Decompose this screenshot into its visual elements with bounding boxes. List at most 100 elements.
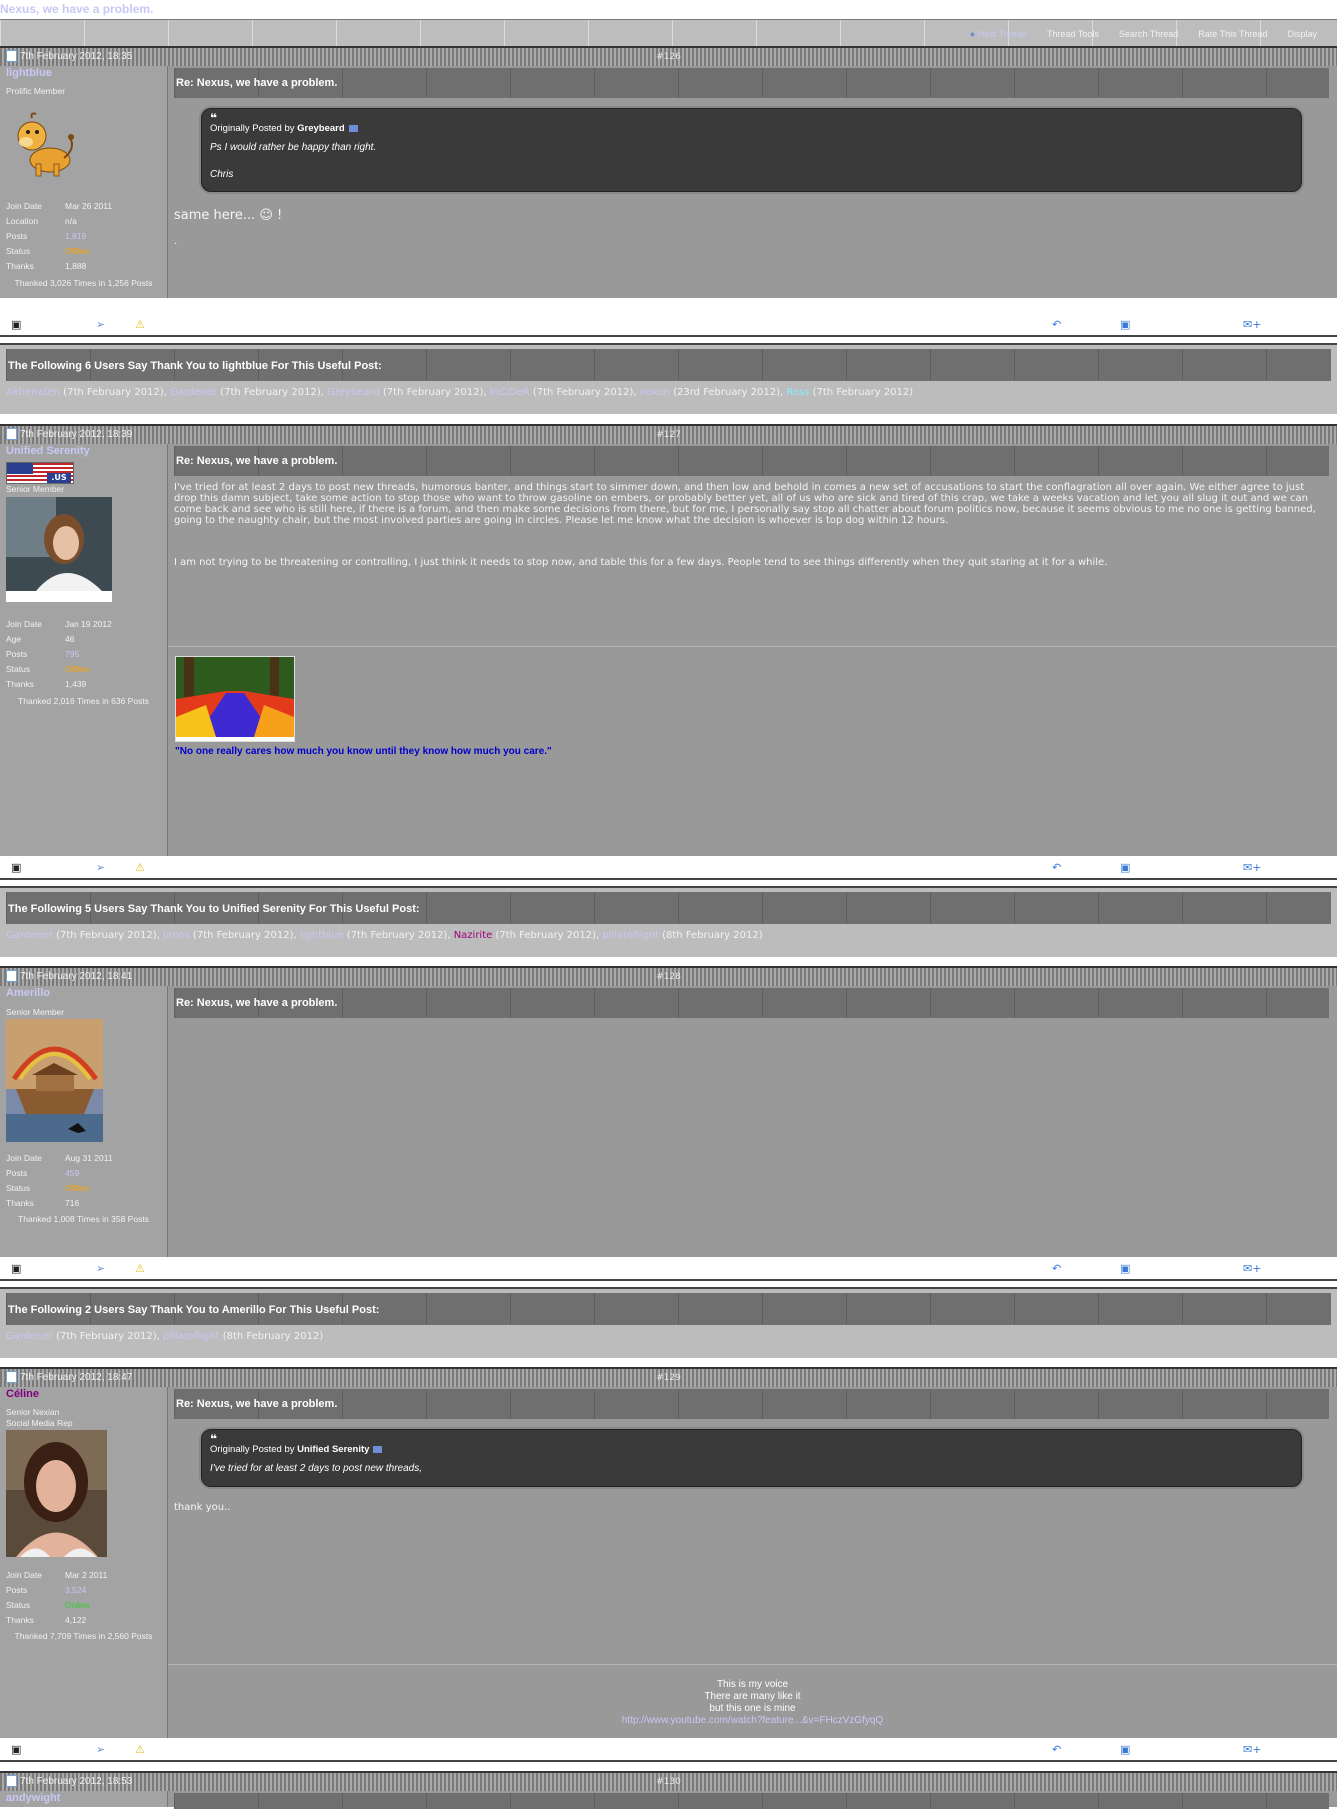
- thanks-count: 1,888: [65, 260, 87, 271]
- username[interactable]: Céline: [6, 1388, 39, 1400]
- thanker-link[interactable]: Akhenaten: [6, 387, 60, 398]
- thanks-list: Gardener (7th February 2012), Janos (7th…: [6, 930, 763, 941]
- post-count-link[interactable]: 3,524: [65, 1585, 86, 1595]
- username[interactable]: Amerillo: [6, 987, 50, 999]
- thanker-link[interactable]: Ross: [786, 387, 809, 398]
- post-number[interactable]: #128: [0, 972, 1337, 982]
- thanker-link[interactable]: Gardener: [6, 1331, 53, 1342]
- post-body: I've tried for at least 2 days to post n…: [174, 482, 1316, 526]
- thanker-link[interactable]: pillaroflight: [602, 930, 659, 941]
- post-number[interactable]: #130: [0, 1777, 1337, 1787]
- join-date: Mar 26 2011: [65, 200, 113, 211]
- post-body-extra: .: [174, 236, 178, 247]
- post-count-link[interactable]: 1,819: [65, 231, 86, 241]
- thanks-list: Akhenaten (7th February 2012), Gardener …: [6, 387, 914, 398]
- tag-icon[interactable]: ➢: [96, 861, 105, 874]
- post-number[interactable]: #127: [0, 430, 1337, 440]
- report-warning-icon[interactable]: ⚠: [135, 1743, 145, 1756]
- thanker-link[interactable]: lightblue: [300, 930, 344, 941]
- tag-icon[interactable]: ➢: [96, 1262, 105, 1275]
- thanker-link[interactable]: Gardener: [170, 387, 217, 398]
- thanks-heading-bar: The Following 5 Users Say Thank You to U…: [6, 892, 1331, 924]
- lion-cub-avatar-icon: [17, 112, 74, 177]
- thanker-link[interactable]: Greybeard: [327, 387, 380, 398]
- signature-quote: "No one really cares how much you know u…: [175, 746, 552, 757]
- user-title-secondary: Social Media Rep: [6, 1418, 73, 1428]
- search-thread-menu[interactable]: Search Thread: [1119, 29, 1178, 39]
- quote-text-signature: Chris: [210, 169, 234, 180]
- post-count-link[interactable]: 459: [65, 1168, 79, 1178]
- report-warning-icon[interactable]: ⚠: [135, 861, 145, 874]
- signature-youtube-link[interactable]: http://www.youtube.com/watch?feature...&…: [168, 1715, 1337, 1727]
- post-number[interactable]: #129: [0, 1373, 1337, 1383]
- user-info-icon[interactable]: ▣: [11, 318, 21, 331]
- post-header: 7th February 2012, 18:39 #127: [0, 424, 1337, 444]
- post-content: Re: Nexus, we have a problem. ❝ Original…: [168, 66, 1337, 298]
- thanker-link[interactable]: Gardener: [6, 930, 53, 941]
- avatar[interactable]: [6, 1430, 107, 1557]
- quote-reply-icon[interactable]: ▣: [1120, 861, 1130, 874]
- next-thread-link[interactable]: ● Next Thread: [970, 29, 1027, 39]
- reply-icon[interactable]: ↶: [1052, 861, 1061, 874]
- display-menu[interactable]: Display: [1287, 29, 1317, 39]
- thank-post-icon[interactable]: ✉+: [1243, 861, 1261, 874]
- thank-post-icon[interactable]: ✉+: [1243, 1743, 1261, 1756]
- avatar[interactable]: [6, 1019, 103, 1142]
- thanker-link[interactable]: pillaroflight: [163, 1331, 220, 1342]
- user-stats: Join Date Mar 2 2011 Posts 3,524 Status Onl…: [6, 1569, 108, 1625]
- reply-icon[interactable]: ↶: [1052, 1743, 1061, 1756]
- user-stats: Join Date Jan 19 2012 Age 46 Posts 795 Stat…: [6, 618, 112, 689]
- user-info-icon[interactable]: ▣: [11, 861, 21, 874]
- user-info-icon[interactable]: ▣: [11, 1743, 21, 1756]
- quote-author[interactable]: Greybeard: [297, 123, 345, 134]
- post-128: 7th February 2012, 18:41 #128 Amerillo S…: [0, 966, 1337, 1277]
- report-warning-icon[interactable]: ⚠: [135, 318, 145, 331]
- view-post-icon[interactable]: [373, 1445, 383, 1453]
- username[interactable]: Unified Serenity: [6, 445, 90, 457]
- post-body: thank you..: [174, 1502, 231, 1513]
- user-title: Prolific Member: [6, 86, 66, 96]
- thanker-link[interactable]: noxon: [640, 387, 670, 398]
- quote-author[interactable]: Unified Serenity: [297, 1444, 369, 1455]
- thank-post-icon[interactable]: ✉+: [1243, 318, 1261, 331]
- view-post-icon[interactable]: [348, 124, 358, 132]
- thanked-summary: Thanked 7,709 Times in 2,560 Posts: [14, 1631, 153, 1641]
- thank-post-icon[interactable]: ✉+: [1243, 1262, 1261, 1275]
- thanker-link[interactable]: Nazirite: [454, 930, 493, 941]
- quote-reply-icon[interactable]: ▣: [1120, 318, 1130, 331]
- user-title: Senior Member: [6, 1007, 65, 1017]
- username[interactable]: lightblue: [6, 67, 52, 79]
- rate-thread-menu[interactable]: Rate This Thread: [1198, 29, 1267, 39]
- post-number[interactable]: #126: [0, 52, 1337, 62]
- thread-title[interactable]: Nexus, we have a problem.: [0, 2, 153, 16]
- woman-in-car-avatar-icon: [6, 497, 112, 602]
- quote-reply-icon[interactable]: ▣: [1120, 1743, 1130, 1756]
- reply-icon[interactable]: ↶: [1052, 318, 1061, 331]
- reply-icon[interactable]: ↶: [1052, 1262, 1061, 1275]
- us-flag-icon: .US: [6, 462, 74, 484]
- user-info-icon[interactable]: ▣: [11, 1262, 21, 1275]
- age: 46: [65, 633, 75, 644]
- quote-reply-icon[interactable]: ▣: [1120, 1262, 1130, 1275]
- avatar[interactable]: [6, 497, 112, 602]
- tag-icon[interactable]: ➢: [96, 318, 105, 331]
- avatar[interactable]: [6, 108, 78, 182]
- thanker-link[interactable]: InCiDeR: [490, 387, 530, 398]
- post-title-bar: Re: Nexus, we have a problem.: [174, 446, 1329, 476]
- tag-icon[interactable]: ➢: [96, 1743, 105, 1756]
- location: n/a: [65, 215, 77, 226]
- thanker-link[interactable]: Janos: [163, 930, 190, 941]
- signature-divider: [168, 646, 1337, 647]
- post-count-link[interactable]: 795: [65, 649, 79, 659]
- thread-tools-menu[interactable]: Thread Tools: [1047, 29, 1099, 39]
- thanks-section-126: The Following 6 Users Say Thank You to l…: [0, 343, 1337, 414]
- status-offline: Offline: [65, 1182, 90, 1193]
- post-title-bar: Re: Nexus, we have a problem.: [174, 68, 1329, 98]
- status-offline: Offline: [65, 245, 90, 256]
- thread-toolbar: ● Next Thread Thread Tools Search Thread…: [0, 19, 1337, 49]
- thanks-list: Gardener (7th February 2012), pillarofli…: [6, 1331, 324, 1342]
- post-126: 7th February 2012, 18:35 #126 lightblue …: [0, 46, 1337, 300]
- username[interactable]: andywight: [6, 1792, 60, 1804]
- report-warning-icon[interactable]: ⚠: [135, 1262, 145, 1275]
- user-pane: lightblue Prolific Member Join Date Mar 2…: [0, 66, 168, 298]
